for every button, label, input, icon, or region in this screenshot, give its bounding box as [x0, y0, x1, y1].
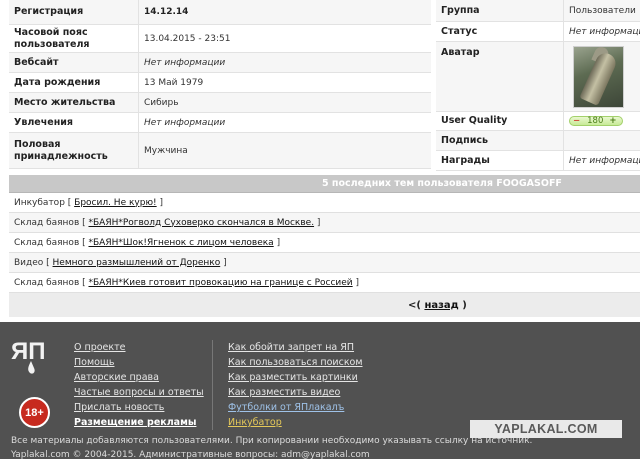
profile-row-signature: Подпись: [436, 131, 640, 151]
footer-link-advertising[interactable]: Размещение рекламы: [74, 415, 204, 430]
quality-badge: − 180 +: [569, 116, 624, 126]
registration-value: 14.12.14: [138, 0, 431, 24]
age-18-badge: 18+: [19, 397, 50, 428]
topic-link[interactable]: *БАЯН*Киев готовит провокацию на границе…: [88, 278, 352, 288]
quality-minus-button[interactable]: −: [573, 116, 580, 126]
footer-link-help[interactable]: Помощь: [74, 355, 204, 370]
awards-value: Нет информации: [563, 151, 640, 170]
registration-label: Регистрация: [14, 6, 84, 17]
profile-row-group: Группа Пользователи: [436, 0, 640, 22]
profile-row-timezone: Часовой пояс пользователя 13.04.2015 - 2…: [9, 25, 431, 53]
back-prefix: <(: [408, 299, 421, 311]
logo-text: ЯП: [11, 338, 46, 365]
footer-notice: Все материалы добавляются пользователями…: [11, 436, 533, 446]
topic-section: Склад баянов: [14, 217, 80, 228]
website-value: Нет информации: [138, 53, 431, 72]
recent-topics-header: 5 последних тем пользователя FOOGASOFF: [9, 175, 640, 193]
avatar-cell: [563, 42, 640, 111]
topic-section: Инкубатор: [14, 197, 65, 208]
footer-link-post-images[interactable]: Как разместить картинки: [228, 370, 363, 385]
signature-label: Подпись: [441, 134, 489, 146]
topic-link[interactable]: *БАЯН*Рогволд Суховерко скончался в Моск…: [88, 218, 314, 228]
awards-label: Награды: [441, 154, 490, 166]
profile-row-gender: Половая принадлежность Мужчина: [9, 133, 431, 169]
topic-section: Склад баянов: [14, 277, 80, 288]
logo-graphic: ЯП: [11, 338, 46, 374]
location-label: Место жительства: [14, 96, 116, 108]
profile-side-table: Группа Пользователи Статус Нет информаци…: [436, 0, 640, 171]
topic-row: Видео [ Немного размышлений от Доренко ]: [9, 253, 640, 273]
footer-link-post-video[interactable]: Как разместить видео: [228, 385, 363, 400]
footer-link-bypass-ban[interactable]: Как обойти запрет на ЯП: [228, 340, 363, 355]
group-value: Пользователи: [563, 0, 640, 21]
website-label: Вебсайт: [14, 56, 59, 68]
topic-link[interactable]: Бросил. Не курю!: [74, 198, 157, 208]
footer-link-faq[interactable]: Частые вопросы и ответы: [74, 385, 204, 400]
recent-topics: 5 последних тем пользователя FOOGASOFF И…: [9, 175, 640, 317]
birthday-value: 13 Май 1979: [138, 73, 431, 92]
quality-plus-button[interactable]: +: [609, 116, 616, 126]
footer-links-secondary: Как обойти запрет на ЯП Как пользоваться…: [228, 340, 363, 430]
profile-row-location: Место жительства Сибирь: [9, 93, 431, 113]
profile-row-interests: Увлечения Нет информации: [9, 113, 431, 133]
back-link[interactable]: назад: [424, 300, 458, 311]
birthday-label: Дата рождения: [14, 76, 101, 88]
avatar[interactable]: [573, 46, 624, 108]
topic-link[interactable]: Немного размышлений от Доренко: [53, 258, 221, 268]
timezone-value: 13.04.2015 - 23:51: [138, 25, 431, 52]
interests-value: Нет информации: [138, 113, 431, 132]
gender-value: Мужчина: [138, 133, 431, 168]
footer-link-incubator[interactable]: Инкубатор: [228, 415, 363, 430]
status-value: Нет информации: [563, 22, 640, 41]
group-label: Группа: [441, 4, 480, 16]
footer-divider: [212, 340, 213, 430]
footer-links-primary: О проекте Помощь Авторские права Частые …: [74, 340, 204, 430]
topic-row: Инкубатор [ Бросил. Не курю! ]: [9, 193, 640, 213]
topics-pager: <( назад ): [9, 293, 640, 317]
profile-row-birthday: Дата рождения 13 Май 1979: [9, 73, 431, 93]
profile-row-status: Статус Нет информации: [436, 22, 640, 42]
footer-copyright: Yaplakal.com © 2004-2015. Административн…: [11, 450, 370, 459]
topic-section: Склад баянов: [14, 237, 80, 248]
profile-row-registration: Регистрация 14.12.14: [9, 0, 431, 25]
footer-link-search-help[interactable]: Как пользоваться поиском: [228, 355, 363, 370]
profile-row-avatar: Аватар: [436, 42, 640, 112]
footer-link-send-news[interactable]: Прислать новость: [74, 400, 204, 415]
topic-row: Склад баянов [ *БАЯН*Шок!Ягненок с лицом…: [9, 233, 640, 253]
avatar-shell: [579, 50, 619, 106]
timezone-label: Часовой пояс пользователя: [14, 26, 90, 50]
site-footer: ЯП 18+ О проекте Помощь Авторские права …: [0, 322, 640, 459]
quality-label: User Quality: [441, 115, 508, 126]
footer-link-about[interactable]: О проекте: [74, 340, 204, 355]
gender-label: Половая принадлежность: [14, 138, 108, 162]
signature-value: [563, 131, 640, 150]
topic-link[interactable]: *БАЯН*Шок!Ягненок с лицом человека: [88, 238, 273, 248]
avatar-label: Аватар: [441, 47, 480, 58]
profile-info-table: Регистрация 14.12.14 Часовой пояс пользо…: [9, 0, 431, 169]
footer-link-copyright[interactable]: Авторские права: [74, 370, 204, 385]
footer-link-tshirts[interactable]: Футболки от ЯПлакалъ: [228, 400, 363, 415]
yaplakal-logo-icon[interactable]: ЯП: [11, 337, 61, 377]
topic-row: Склад баянов [ *БАЯН*Рогволд Суховерко с…: [9, 213, 640, 233]
profile-row-awards: Награды Нет информации: [436, 151, 640, 171]
topic-row: Склад баянов [ *БАЯН*Киев готовит провок…: [9, 273, 640, 293]
topic-section: Видео: [14, 257, 44, 268]
location-value: Сибирь: [138, 93, 431, 112]
profile-row-quality: User Quality − 180 +: [436, 112, 640, 131]
user-profile: Регистрация 14.12.14 Часовой пояс пользо…: [0, 0, 640, 172]
quality-cell: − 180 +: [563, 112, 640, 130]
interests-label: Увлечения: [14, 116, 74, 128]
status-label: Статус: [441, 25, 478, 37]
back-suffix: ): [462, 299, 467, 311]
quality-value: 180: [587, 116, 604, 126]
profile-row-website: Вебсайт Нет информации: [9, 53, 431, 73]
